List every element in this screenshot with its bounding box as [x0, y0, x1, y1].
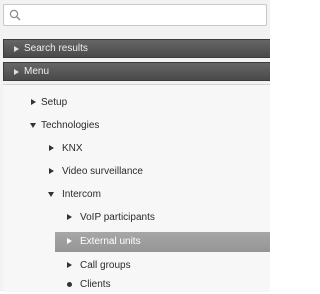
- search-field[interactable]: [3, 4, 267, 26]
- triangle-right-icon: [49, 168, 54, 174]
- triangle-right-icon: [67, 262, 72, 268]
- tree-item-label: KNX: [62, 143, 83, 154]
- tree-item-video-surveillance[interactable]: Video surveillance: [0, 163, 270, 181]
- tree-item-label: Call groups: [80, 260, 131, 271]
- tree-item-external-units[interactable]: External units: [55, 232, 270, 252]
- triangle-right-icon: [67, 214, 72, 220]
- navigation-panel: Search results Menu Setup Technologies K…: [0, 0, 270, 294]
- section-label: Menu: [24, 66, 50, 77]
- tree-item-voip-participants[interactable]: VoIP participants: [0, 209, 270, 227]
- search-input[interactable]: [24, 7, 262, 23]
- tree-item-clients[interactable]: Clients: [0, 276, 270, 294]
- triangle-right-icon: [49, 145, 54, 151]
- tree-item-knx[interactable]: KNX: [0, 140, 270, 158]
- section-menu[interactable]: Menu: [3, 62, 270, 81]
- section-label: Search results: [24, 43, 88, 54]
- tree-item-technologies[interactable]: Technologies: [0, 117, 270, 135]
- tree-item-label: Technologies: [41, 120, 100, 131]
- tree-item-label: Setup: [41, 97, 68, 108]
- tree-item-label: VoIP participants: [80, 212, 155, 223]
- bullet-icon: [67, 282, 72, 287]
- tree-item-call-groups[interactable]: Call groups: [0, 257, 270, 275]
- tree-item-label: External units: [80, 236, 141, 247]
- section-search-results[interactable]: Search results: [3, 39, 270, 58]
- triangle-right-icon: [14, 69, 19, 75]
- tree-item-label: Intercom: [62, 189, 101, 200]
- triangle-right-icon: [31, 99, 36, 105]
- search-icon: [9, 9, 21, 21]
- triangle-down-icon: [30, 123, 36, 128]
- triangle-right-icon: [14, 46, 19, 52]
- tree-item-label: Video surveillance: [62, 166, 143, 177]
- tree-item-label: Clients: [80, 279, 111, 290]
- triangle-down-icon: [48, 192, 54, 197]
- tree-item-setup[interactable]: Setup: [0, 94, 270, 112]
- tree-item-intercom[interactable]: Intercom: [0, 186, 270, 204]
- triangle-right-icon: [67, 238, 72, 244]
